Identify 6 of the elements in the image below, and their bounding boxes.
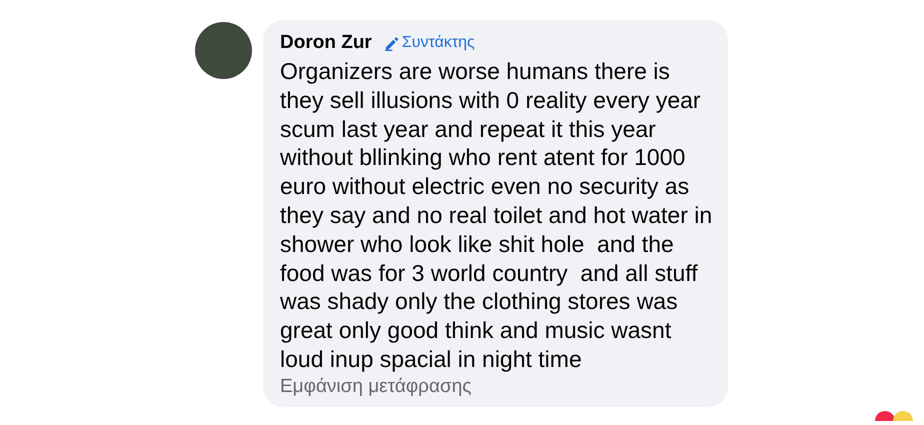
reaction-icon[interactable] [875,410,895,421]
author-name[interactable]: Doron Zur [280,32,372,54]
author-role-label: Συντάκτης [402,34,475,52]
show-translation-link[interactable]: Εμφάνιση μετάφρασης [280,376,472,398]
comment-text: Organizers are worse humans there is they sell illusions with 0 reality every year scum last year and repeat it this year without bllinking who rent atent for 1000 euro without electric even no security as they say and no real toilet and hot water in shower who look like shit hole and the food was for 3 world country and all stuff was shady only the clothing stores was great only good think and music wasnt loud inup spacial in night time [280,57,714,374]
pencil-icon [384,36,399,50]
